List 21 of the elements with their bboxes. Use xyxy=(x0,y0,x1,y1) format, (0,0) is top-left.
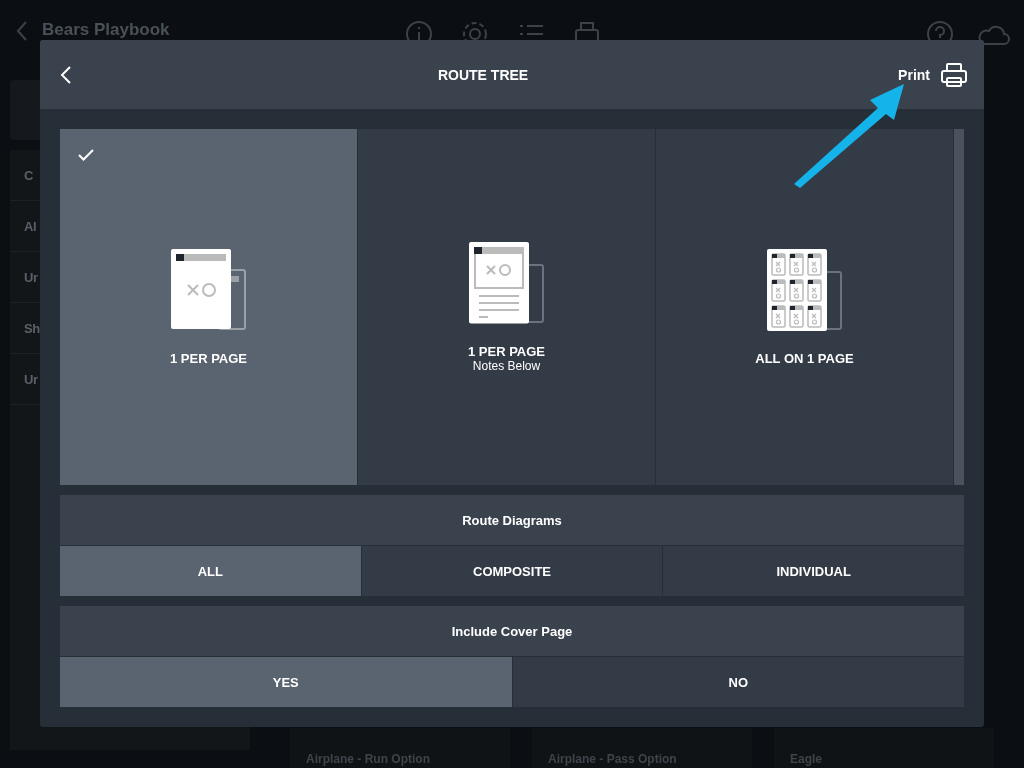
print-button[interactable]: Print xyxy=(894,56,972,93)
playbook-title: Bears Playbook xyxy=(42,20,170,40)
segment-button[interactable]: YES xyxy=(60,657,513,707)
section-title: Route Diagrams xyxy=(462,512,562,528)
printer-icon xyxy=(940,60,968,89)
section-title: Include Cover Page xyxy=(451,623,573,639)
segment-button[interactable]: COMPOSITE xyxy=(361,546,664,596)
multi-page-grid-icon xyxy=(766,248,843,331)
page-with-notes-icon xyxy=(468,241,545,324)
single-page-icon xyxy=(170,248,247,331)
dialog-title: ROUTE TREE xyxy=(437,66,529,83)
layout-label: 1 PER PAGE xyxy=(467,343,546,359)
check-icon xyxy=(78,149,94,161)
layout-label: 1 PER PAGE xyxy=(169,350,248,366)
segment-button[interactable]: INDIVIDUAL xyxy=(663,546,964,596)
segment-button[interactable]: ALL xyxy=(60,546,362,596)
segment-button[interactable]: NO xyxy=(512,657,964,707)
layout-option[interactable]: 1 PER PAGE xyxy=(60,129,358,485)
layout-sublabel: Notes Below xyxy=(472,358,541,373)
scrollbar[interactable] xyxy=(954,129,964,485)
layout-label: ALL ON 1 PAGE xyxy=(755,350,854,366)
